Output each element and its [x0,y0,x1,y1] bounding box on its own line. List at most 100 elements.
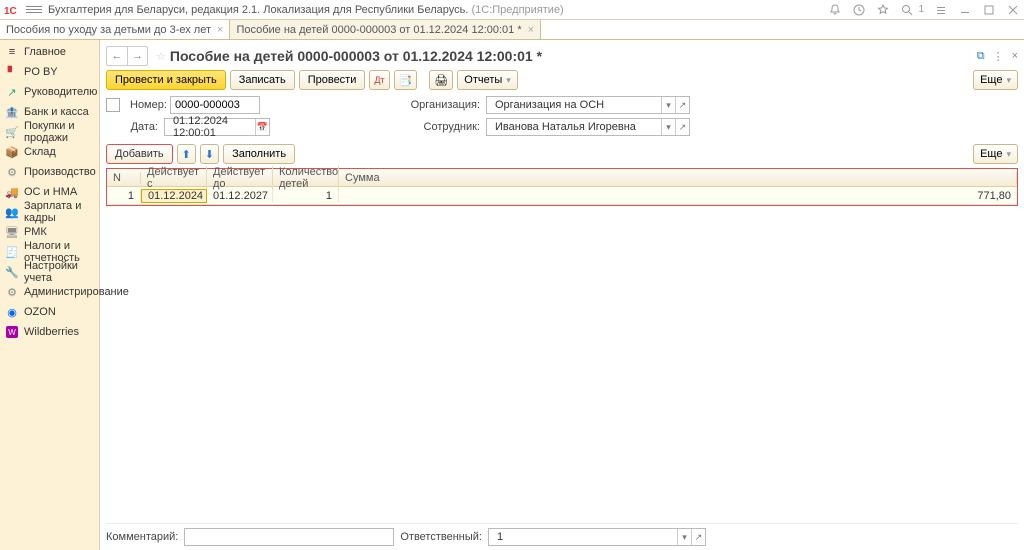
print-button[interactable]: 🖨 [429,70,453,90]
sidebar-item-main[interactable]: ≡Главное [0,42,99,62]
sidebar-item-label: Главное [24,46,66,58]
table-row[interactable]: 1 01.12.2024 01.12.2027 1 771,80 [107,187,1017,205]
post-and-close-button[interactable]: Провести и закрыть [106,70,226,90]
sidebar-item-poby[interactable]: ▘ PO BY [0,62,99,82]
search-icon[interactable] [900,3,914,17]
tab-close-icon[interactable]: × [528,24,534,36]
sidebar-item-manager[interactable]: ↗ Руководителю [0,82,99,102]
open-ref-icon[interactable]: ↗ [675,97,689,113]
cash-icon: 🖥 [6,226,18,238]
nav-back-icon[interactable]: ← [107,47,127,65]
sidebar-item-label: ОС и НМА [24,186,77,198]
col-from: Действует с [141,166,207,190]
cell-from[interactable]: 01.12.2024 [141,189,207,203]
cell-n: 1 [107,190,141,202]
tab-bar: Пособия по уходу за детьми до 3-ех лет ×… [0,20,1024,40]
gear-icon: ⚙ [6,166,18,178]
flag-icon: ▘ [6,66,18,78]
sidebar-item-label: Руководителю [24,86,97,98]
favorite-star-icon[interactable]: ☆ [156,50,166,63]
org-label: Организация: [410,99,480,111]
more-menu-icon[interactable]: ⋮ [993,50,1004,63]
reports-button[interactable]: Отчеты▾ [457,70,518,90]
sidebar-item-label: Производство [24,166,96,178]
history-icon[interactable] [852,3,866,17]
org-combo[interactable]: Организация на ОСН ▾ ↗ [486,96,690,114]
truck-icon: 🚚 [6,186,18,198]
move-down-button[interactable]: ⬇ [200,144,219,164]
add-row-button[interactable]: Добавить [106,144,173,164]
sidebar-item-label: Склад [24,146,56,158]
sidebar-item-label: PO BY [24,66,58,78]
responsible-combo[interactable]: 1 ▾ ↗ [488,528,706,546]
sidebar-item-ozon[interactable]: ◉OZON [0,302,99,322]
dt-kt-button[interactable]: Дт [369,70,389,90]
admin-icon: ⚙ [6,286,18,298]
cell-cnt: 1 [273,190,339,202]
sidebar-item-admin[interactable]: ⚙Администрирование [0,282,99,302]
page-title: Пособие на детей 0000-000003 от 01.12.20… [170,48,542,64]
sidebar-item-trade[interactable]: 🛒Покупки и продажи [0,122,99,142]
title-bar: 1С Бухгалтерия для Беларуси, редакция 2.… [0,0,1024,20]
sidebar-item-hr[interactable]: 👥Зарплата и кадры [0,202,99,222]
sidebar-item-assets[interactable]: 🚚 ОС и НМА [0,182,99,202]
number-input[interactable] [170,96,260,114]
sidebar: ≡Главное ▘ PO BY ↗ Руководителю 🏦Банк и ка… [0,40,100,550]
wb-icon: W [6,326,18,338]
open-ref-icon[interactable]: ↗ [691,529,705,545]
sidebar-item-stock[interactable]: 📦Склад [0,142,99,162]
post-button[interactable]: Провести [299,70,366,90]
responsible-label: Ответственный: [400,531,482,543]
sidebar-item-production[interactable]: ⚙ Производство [0,162,99,182]
footer-bar: Комментарий: Ответственный: 1 ▾ ↗ [106,523,1018,546]
structure-button[interactable]: 📑 [394,70,418,90]
open-ref-icon[interactable]: ↗ [675,119,689,135]
chevron-down-icon[interactable]: ▾ [677,529,691,545]
sidebar-item-rmk[interactable]: 🖥РМК [0,222,99,242]
sidebar-item-bank[interactable]: 🏦Банк и касса [0,102,99,122]
page-header: ← → ☆ Пособие на детей 0000-000003 от 01… [106,44,1018,68]
main-menu-icon[interactable] [26,0,42,20]
close-icon[interactable] [1006,3,1020,17]
star-icon[interactable] [876,3,890,17]
emp-combo[interactable]: Иванова Наталья Игоревна ▾ ↗ [486,118,690,136]
cell-to: 01.12.2027 [207,190,273,202]
bell-icon[interactable] [828,3,842,17]
sidebar-item-settings[interactable]: 🔧Настройки учета [0,262,99,282]
tab-close-icon[interactable]: × [217,24,223,36]
search-number: 1 [918,4,924,15]
date-input[interactable]: 01.12.2024 12:00:01 📅 [164,118,270,136]
sidebar-item-label: OZON [24,306,56,318]
table-more-button[interactable]: Еще▾ [973,144,1018,164]
calendar-icon[interactable]: 📅 [255,119,269,135]
sidebar-item-wildberries[interactable]: WWildberries [0,322,99,342]
fill-button[interactable]: Заполнить [223,144,295,164]
posted-checkbox[interactable] [106,98,120,112]
comment-input[interactable] [184,528,394,546]
tab-allowance-doc[interactable]: Пособие на детей 0000-000003 от 01.12.20… [230,20,541,39]
col-cnt: Количество детей [273,166,339,190]
nav-buttons: ← → [106,46,148,66]
chevron-down-icon[interactable]: ▾ [661,97,675,113]
nav-forward-icon[interactable]: → [127,47,147,65]
move-up-button[interactable]: ⬆ [177,144,196,164]
col-n: N [107,172,141,184]
maximize-icon[interactable] [982,3,996,17]
link-icon[interactable]: ⧉ [977,50,985,63]
tab-label: Пособие на детей 0000-000003 от 01.12.20… [236,24,521,36]
col-sum: Сумма [339,172,1017,184]
minimize-icon[interactable] [958,3,972,17]
chart-icon: ↗ [6,86,18,98]
write-button[interactable]: Записать [230,70,295,90]
page-close-icon[interactable]: × [1012,50,1018,63]
wrench-icon: 🔧 [6,266,18,278]
sidebar-item-taxes[interactable]: 🧾Налоги и отчетность [0,242,99,262]
settings-icon[interactable] [934,3,948,17]
table-header: N Действует с Действует до Количество де… [107,169,1017,187]
chevron-down-icon[interactable]: ▾ [661,119,675,135]
sidebar-item-label: Банк и касса [24,106,89,118]
tab-allowances-list[interactable]: Пособия по уходу за детьми до 3-ех лет × [0,20,230,39]
tab-label: Пособия по уходу за детьми до 3-ех лет [6,24,211,36]
more-button[interactable]: Еще▾ [973,70,1018,90]
content-area: ← → ☆ Пособие на детей 0000-000003 от 01… [100,40,1024,550]
